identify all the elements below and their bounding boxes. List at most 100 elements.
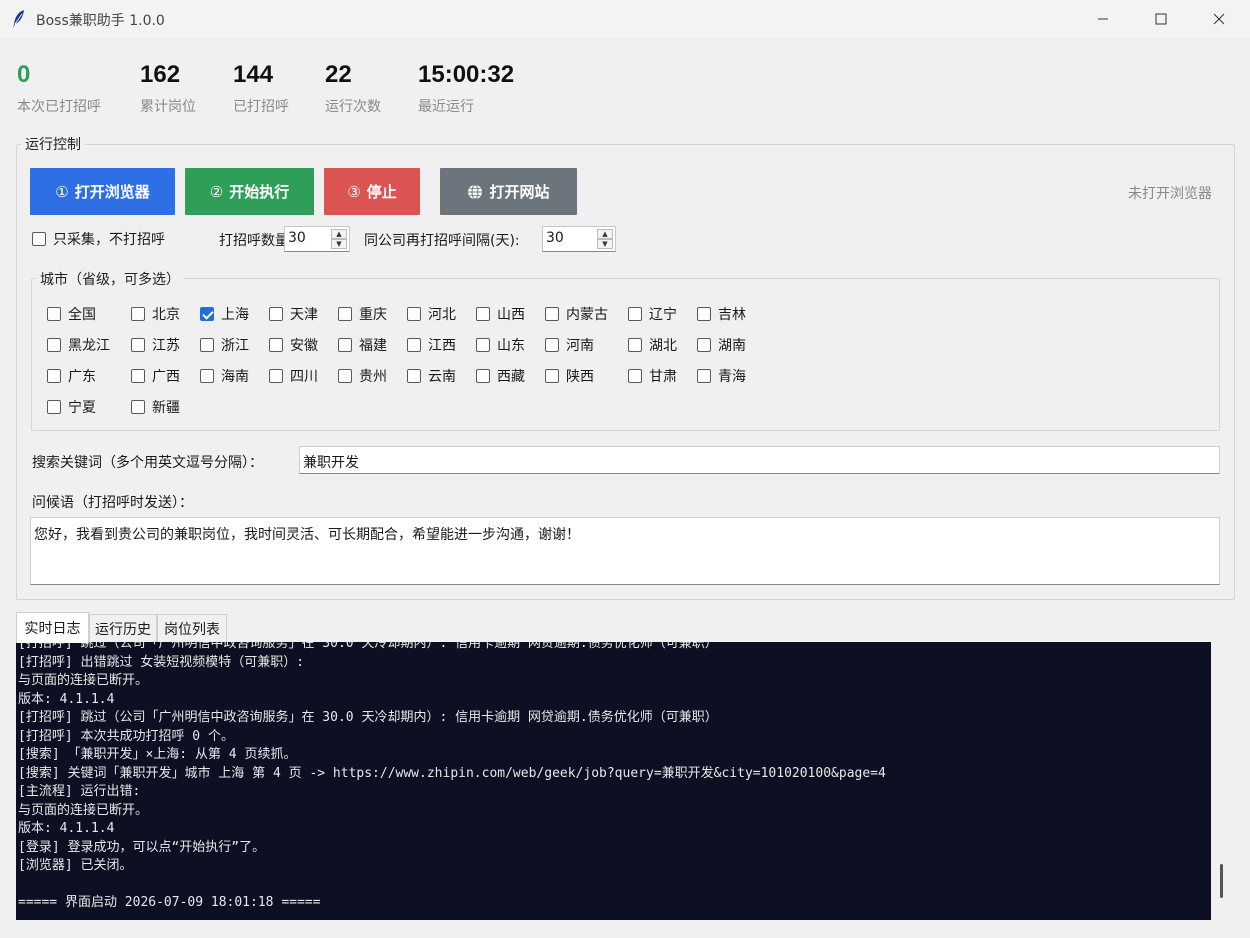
regreet-interval-spinbox[interactable]: 30 ▲ ▼: [542, 226, 616, 252]
city-checkbox[interactable]: [131, 307, 145, 321]
city-option[interactable]: 西藏: [476, 366, 525, 386]
city-option[interactable]: 江苏: [131, 335, 180, 355]
city-checkbox[interactable]: [407, 369, 421, 383]
city-checkbox[interactable]: [338, 369, 352, 383]
city-checkbox[interactable]: [476, 369, 490, 383]
city-option[interactable]: 海南: [200, 366, 249, 386]
city-checkbox[interactable]: [131, 338, 145, 352]
city-option[interactable]: 四川: [269, 366, 318, 386]
city-checkbox[interactable]: [628, 338, 642, 352]
city-option[interactable]: 河南: [545, 335, 594, 355]
city-checkbox[interactable]: [269, 338, 283, 352]
city-option[interactable]: 湖北: [628, 335, 677, 355]
city-checkbox[interactable]: [628, 307, 642, 321]
city-label: 河南: [566, 338, 594, 354]
city-checkbox[interactable]: [697, 338, 711, 352]
stat-total-jobs: 162 累计岗位: [140, 60, 196, 116]
log-line: ===== 界面启动 2026-07-09 18:01:18 =====: [18, 895, 321, 910]
scrollbar-thumb[interactable]: [1220, 864, 1223, 898]
city-option[interactable]: 新疆: [131, 397, 180, 417]
greet-count-spinbox[interactable]: 30 ▲ ▼: [284, 226, 350, 252]
city-option[interactable]: 山东: [476, 335, 525, 355]
city-checkbox[interactable]: [628, 369, 642, 383]
stat-run-count: 22 运行次数: [325, 60, 381, 116]
city-option[interactable]: 江西: [407, 335, 456, 355]
close-button[interactable]: [1190, 0, 1248, 38]
spin-up-arrow-icon[interactable]: ▲: [331, 229, 347, 239]
city-checkbox[interactable]: [200, 338, 214, 352]
city-option[interactable]: 陕西: [545, 366, 594, 386]
city-option[interactable]: 内蒙古: [545, 304, 608, 324]
step-1-label: ①: [55, 182, 69, 201]
spin-down-arrow-icon[interactable]: ▼: [597, 239, 613, 249]
tab-label: 岗位列表: [164, 621, 220, 638]
log-scrollbar[interactable]: [1211, 642, 1231, 920]
start-button[interactable]: ② 开始执行: [185, 168, 314, 215]
city-checkbox[interactable]: [269, 307, 283, 321]
city-checkbox[interactable]: [697, 307, 711, 321]
city-option[interactable]: 天津: [269, 304, 318, 324]
open-site-button[interactable]: 打开网站: [440, 168, 577, 215]
live-log-panel[interactable]: [打招呼] 跳过（公司「广州明信中政咨询服务」在 30.0 天冷却期内）: 信用…: [16, 642, 1211, 920]
city-option[interactable]: 河北: [407, 304, 456, 324]
spin-down-arrow-icon[interactable]: ▼: [331, 239, 347, 249]
stop-button[interactable]: ③ 停止: [324, 168, 420, 215]
city-option[interactable]: 宁夏: [47, 397, 96, 417]
city-checkbox[interactable]: [476, 338, 490, 352]
city-checkbox[interactable]: [338, 338, 352, 352]
collect-only-checkbox[interactable]: [32, 232, 46, 246]
city-checkbox[interactable]: [476, 307, 490, 321]
city-checkbox[interactable]: [545, 369, 559, 383]
city-option[interactable]: 云南: [407, 366, 456, 386]
city-checkbox[interactable]: [47, 338, 61, 352]
city-checkbox[interactable]: [407, 307, 421, 321]
minimize-button[interactable]: [1074, 0, 1132, 38]
city-option[interactable]: 黑龙江: [47, 335, 110, 355]
city-checkbox[interactable]: [697, 369, 711, 383]
city-option[interactable]: 上海: [200, 304, 249, 324]
city-checkbox[interactable]: [47, 307, 61, 321]
city-option[interactable]: 广西: [131, 366, 180, 386]
collect-only-option[interactable]: 只采集，不打招呼: [32, 226, 165, 252]
window-title: Boss兼职助手 1.0.0: [36, 13, 165, 29]
log-line: [登录] 登录成功，可以点“开始执行”了。: [18, 839, 266, 855]
tab-job-list[interactable]: 岗位列表: [157, 614, 227, 642]
city-option[interactable]: 全国: [47, 304, 96, 324]
city-option[interactable]: 甘肃: [628, 366, 677, 386]
log-line: 与页面的连接已断开。: [18, 802, 149, 818]
city-checkbox[interactable]: [545, 338, 559, 352]
globe-icon: [468, 184, 483, 199]
spin-up-arrow-icon[interactable]: ▲: [597, 229, 613, 239]
city-label: 内蒙古: [566, 307, 608, 323]
city-option[interactable]: 安徽: [269, 335, 318, 355]
city-option[interactable]: 重庆: [338, 304, 387, 324]
city-option[interactable]: 青海: [697, 366, 746, 386]
city-checkbox[interactable]: [200, 369, 214, 383]
city-checkbox[interactable]: [131, 400, 145, 414]
tab-live-log[interactable]: 实时日志: [16, 612, 89, 643]
city-option[interactable]: 湖南: [697, 335, 746, 355]
tab-run-history[interactable]: 运行历史: [89, 614, 157, 642]
city-option[interactable]: 吉林: [697, 304, 746, 324]
city-option[interactable]: 贵州: [338, 366, 387, 386]
city-checkbox[interactable]: [200, 307, 214, 321]
city-checkbox[interactable]: [545, 307, 559, 321]
city-option[interactable]: 福建: [338, 335, 387, 355]
city-option[interactable]: 山西: [476, 304, 525, 324]
city-option[interactable]: 浙江: [200, 335, 249, 355]
city-checkbox[interactable]: [407, 338, 421, 352]
maximize-button[interactable]: [1132, 0, 1190, 38]
city-checkbox[interactable]: [47, 400, 61, 414]
city-option[interactable]: 广东: [47, 366, 96, 386]
city-checkbox[interactable]: [338, 307, 352, 321]
open-browser-button[interactable]: ① 打开浏览器: [30, 168, 175, 215]
city-checkbox[interactable]: [47, 369, 61, 383]
city-option[interactable]: 北京: [131, 304, 180, 324]
step-2-label: ②: [209, 182, 224, 201]
city-label: 甘肃: [649, 369, 677, 385]
city-option[interactable]: 辽宁: [628, 304, 677, 324]
city-checkbox[interactable]: [269, 369, 283, 383]
greeting-textarea[interactable]: 您好，我看到贵公司的兼职岗位，我时间灵活、可长期配合，希望能进一步沟通，谢谢！: [30, 517, 1220, 585]
keywords-input[interactable]: 兼职开发: [299, 446, 1220, 474]
city-checkbox[interactable]: [131, 369, 145, 383]
